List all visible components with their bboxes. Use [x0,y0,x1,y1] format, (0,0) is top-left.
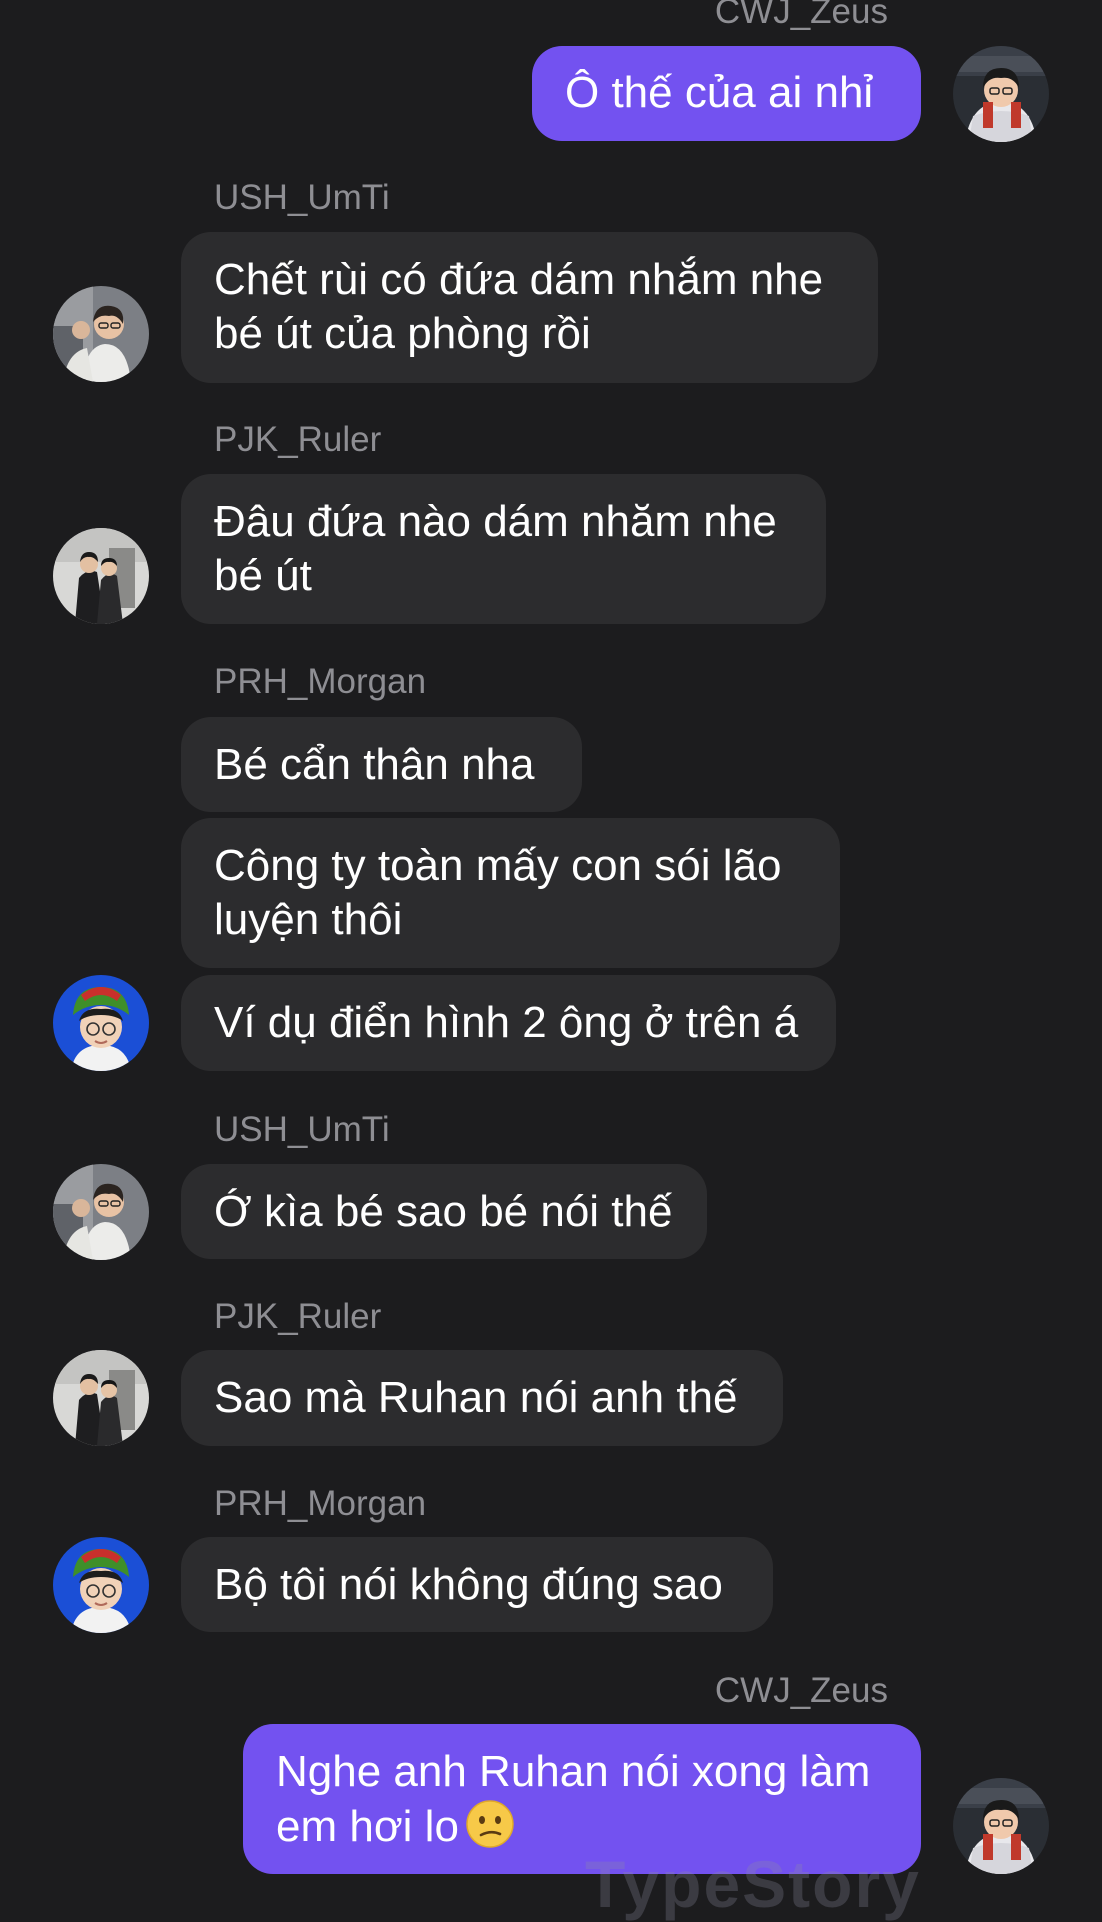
avatar-photo-icon [953,46,1049,142]
avatar-pjk-ruler[interactable] [53,1350,149,1446]
message-bubble-received[interactable]: Công ty toàn mấy con sói lão luyện thôi [181,818,840,968]
message-text: Bộ tôi nói không đúng sao [214,1560,723,1609]
sender-name: PJK_Ruler [214,1297,382,1336]
watermark: TypeStory [585,1847,921,1921]
avatar-ush-umti[interactable] [53,286,149,382]
sender-name: USH_UmTi [214,178,390,217]
sender-name: PRH_Morgan [214,662,427,701]
sender-name: PJK_Ruler [214,420,382,459]
avatar-photo-icon [53,1537,149,1633]
avatar-ush-umti[interactable] [53,1164,149,1260]
message-bubble-received[interactable]: Chết rùi có đứa dám nhắm nhe bé út của p… [181,232,878,383]
message-text-fragment: em hơi lo [276,1802,459,1851]
message-text-line: Chết rùi có đứa dám nhắm nhe [214,255,824,304]
avatar-photo-icon [53,528,149,624]
message-text-line: bé út [214,551,312,600]
worried-face-icon [466,1800,514,1848]
message-text-line: Nghe anh Ruhan nói xong làm [276,1747,871,1796]
message-bubble-received[interactable]: Bộ tôi nói không đúng sao [181,1537,773,1632]
message-bubble-received[interactable]: Ớ kìa bé sao bé nói thế [181,1164,707,1259]
message-text-line: Công ty toàn mấy con sói lão [214,841,782,890]
sender-name: CWJ_Zeus [714,0,888,31]
avatar-prh-morgan[interactable] [53,1537,149,1633]
message-text: Ớ kìa bé sao bé nói thế [214,1187,673,1236]
message-text: Sao mà Ruhan nói anh thế [214,1373,738,1422]
avatar-cwj-zeus[interactable] [953,46,1049,142]
message-text: Ô thế của ai nhỉ [565,68,874,117]
avatar-pjk-ruler[interactable] [53,528,149,624]
sender-name: USH_UmTi [214,1110,390,1149]
avatar-photo-icon [53,286,149,382]
message-text-line: luyện thôi [214,895,403,944]
message-bubble-received[interactable]: Ví dụ điển hình 2 ông ở trên á [181,975,836,1071]
sender-name: PRH_Morgan [214,1484,427,1523]
message-bubble-received[interactable]: Đâu đứa nào dám nhăm nhe bé út [181,474,826,624]
avatar-photo-icon [53,1164,149,1260]
message-bubble-received[interactable]: Sao mà Ruhan nói anh thế [181,1350,783,1446]
message-text: Ví dụ điển hình 2 ông ở trên á [214,998,799,1047]
message-text: Bé cẩn thân nha [214,740,535,789]
sender-name: CWJ_Zeus [714,1671,888,1710]
avatar-photo-icon [53,1350,149,1446]
message-bubble-sent[interactable]: Ô thế của ai nhỉ [532,46,921,141]
message-bubble-received[interactable]: Bé cẩn thân nha [181,717,582,812]
message-text-line: Đâu đứa nào dám nhăm nhe [214,497,777,546]
avatar-cwj-zeus[interactable] [953,1778,1049,1874]
avatar-prh-morgan[interactable] [53,975,149,1071]
avatar-photo-icon [53,975,149,1071]
avatar-photo-icon [953,1778,1049,1874]
message-text-line: bé út của phòng rồi [214,309,591,358]
